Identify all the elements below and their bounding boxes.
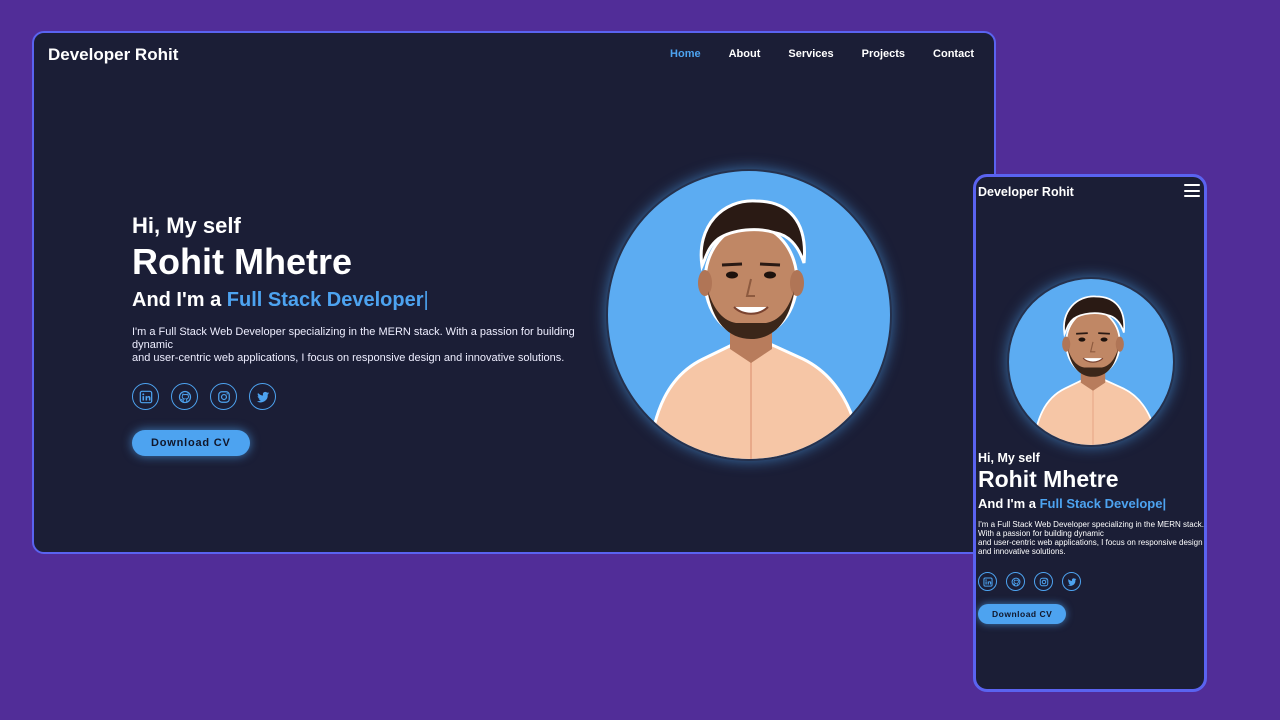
nav-about[interactable]: About: [729, 48, 761, 60]
mobile-profile-photo: [1007, 277, 1175, 447]
linkedin-icon[interactable]: [978, 572, 997, 591]
nav-home[interactable]: Home: [670, 48, 701, 60]
social-links: [132, 383, 632, 410]
instagram-icon[interactable]: [210, 383, 237, 410]
typing-cursor: |: [423, 289, 429, 311]
hamburger-menu-icon[interactable]: [1184, 184, 1200, 197]
profile-photo: [606, 169, 892, 461]
mobile-hero-name: Rohit Mhetre: [978, 466, 1119, 492]
mobile-profile-photo-illustration: [1032, 295, 1159, 445]
hero-description-line2: and user-centric web applications, I foc…: [132, 352, 565, 364]
mobile-role-typed: Full Stack Develope: [1039, 496, 1163, 511]
mobile-hero-section: Hi, My self Rohit Mhetre And I'm a Full …: [978, 451, 1204, 624]
nav-services[interactable]: Services: [788, 48, 833, 60]
twitter-icon[interactable]: [249, 383, 276, 410]
mobile-hero-greeting: Hi, My self: [978, 451, 1040, 465]
mobile-hero-description: I'm a Full Stack Web Developer specializ…: [978, 520, 1204, 556]
mobile-hero-description-line1: I'm a Full Stack Web Developer specializ…: [978, 520, 1204, 538]
hero-greeting: Hi, My self: [132, 213, 241, 238]
navbar: Developer Rohit Home About Services Proj…: [34, 33, 994, 77]
github-icon[interactable]: [171, 383, 198, 410]
nav-contact[interactable]: Contact: [933, 48, 974, 60]
mobile-mockup: Developer Rohit Hi, My self Rohit Mhetre…: [973, 174, 1207, 692]
mobile-download-cv-button[interactable]: Download CV: [978, 604, 1067, 624]
nav-menu: Home About Services Projects Contact: [670, 48, 974, 60]
hero-name: Rohit Mhetre: [132, 241, 352, 282]
github-icon[interactable]: [1006, 572, 1025, 591]
mobile-hero-description-line2: and user-centric web applications, I foc…: [978, 538, 1203, 556]
linkedin-icon[interactable]: [132, 383, 159, 410]
brand-logo[interactable]: Developer Rohit: [48, 45, 178, 65]
hero-role: And I'm a Full Stack Developer|: [132, 289, 632, 312]
hero-description: I'm a Full Stack Web Developer specializ…: [132, 326, 612, 365]
mobile-role-prefix: And I'm a: [978, 496, 1040, 511]
instagram-icon[interactable]: [1034, 572, 1053, 591]
mobile-hero-role: And I'm a Full Stack Develope|: [978, 496, 1204, 511]
role-typed: Full Stack Developer: [226, 289, 424, 311]
download-cv-button[interactable]: Download CV: [132, 430, 250, 456]
hero-section: Hi, My self Rohit Mhetre And I'm a Full …: [132, 213, 632, 456]
mobile-typing-cursor: |: [1162, 496, 1167, 511]
twitter-icon[interactable]: [1062, 572, 1081, 591]
hero-description-line1: I'm a Full Stack Web Developer specializ…: [132, 326, 575, 351]
desktop-mockup: Developer Rohit Home About Services Proj…: [32, 31, 996, 554]
role-prefix: And I'm a: [132, 289, 227, 311]
profile-photo-illustration: [646, 199, 864, 459]
nav-projects[interactable]: Projects: [862, 48, 905, 60]
mobile-brand-logo[interactable]: Developer Rohit: [978, 185, 1074, 199]
mobile-social-links: [978, 572, 1204, 591]
